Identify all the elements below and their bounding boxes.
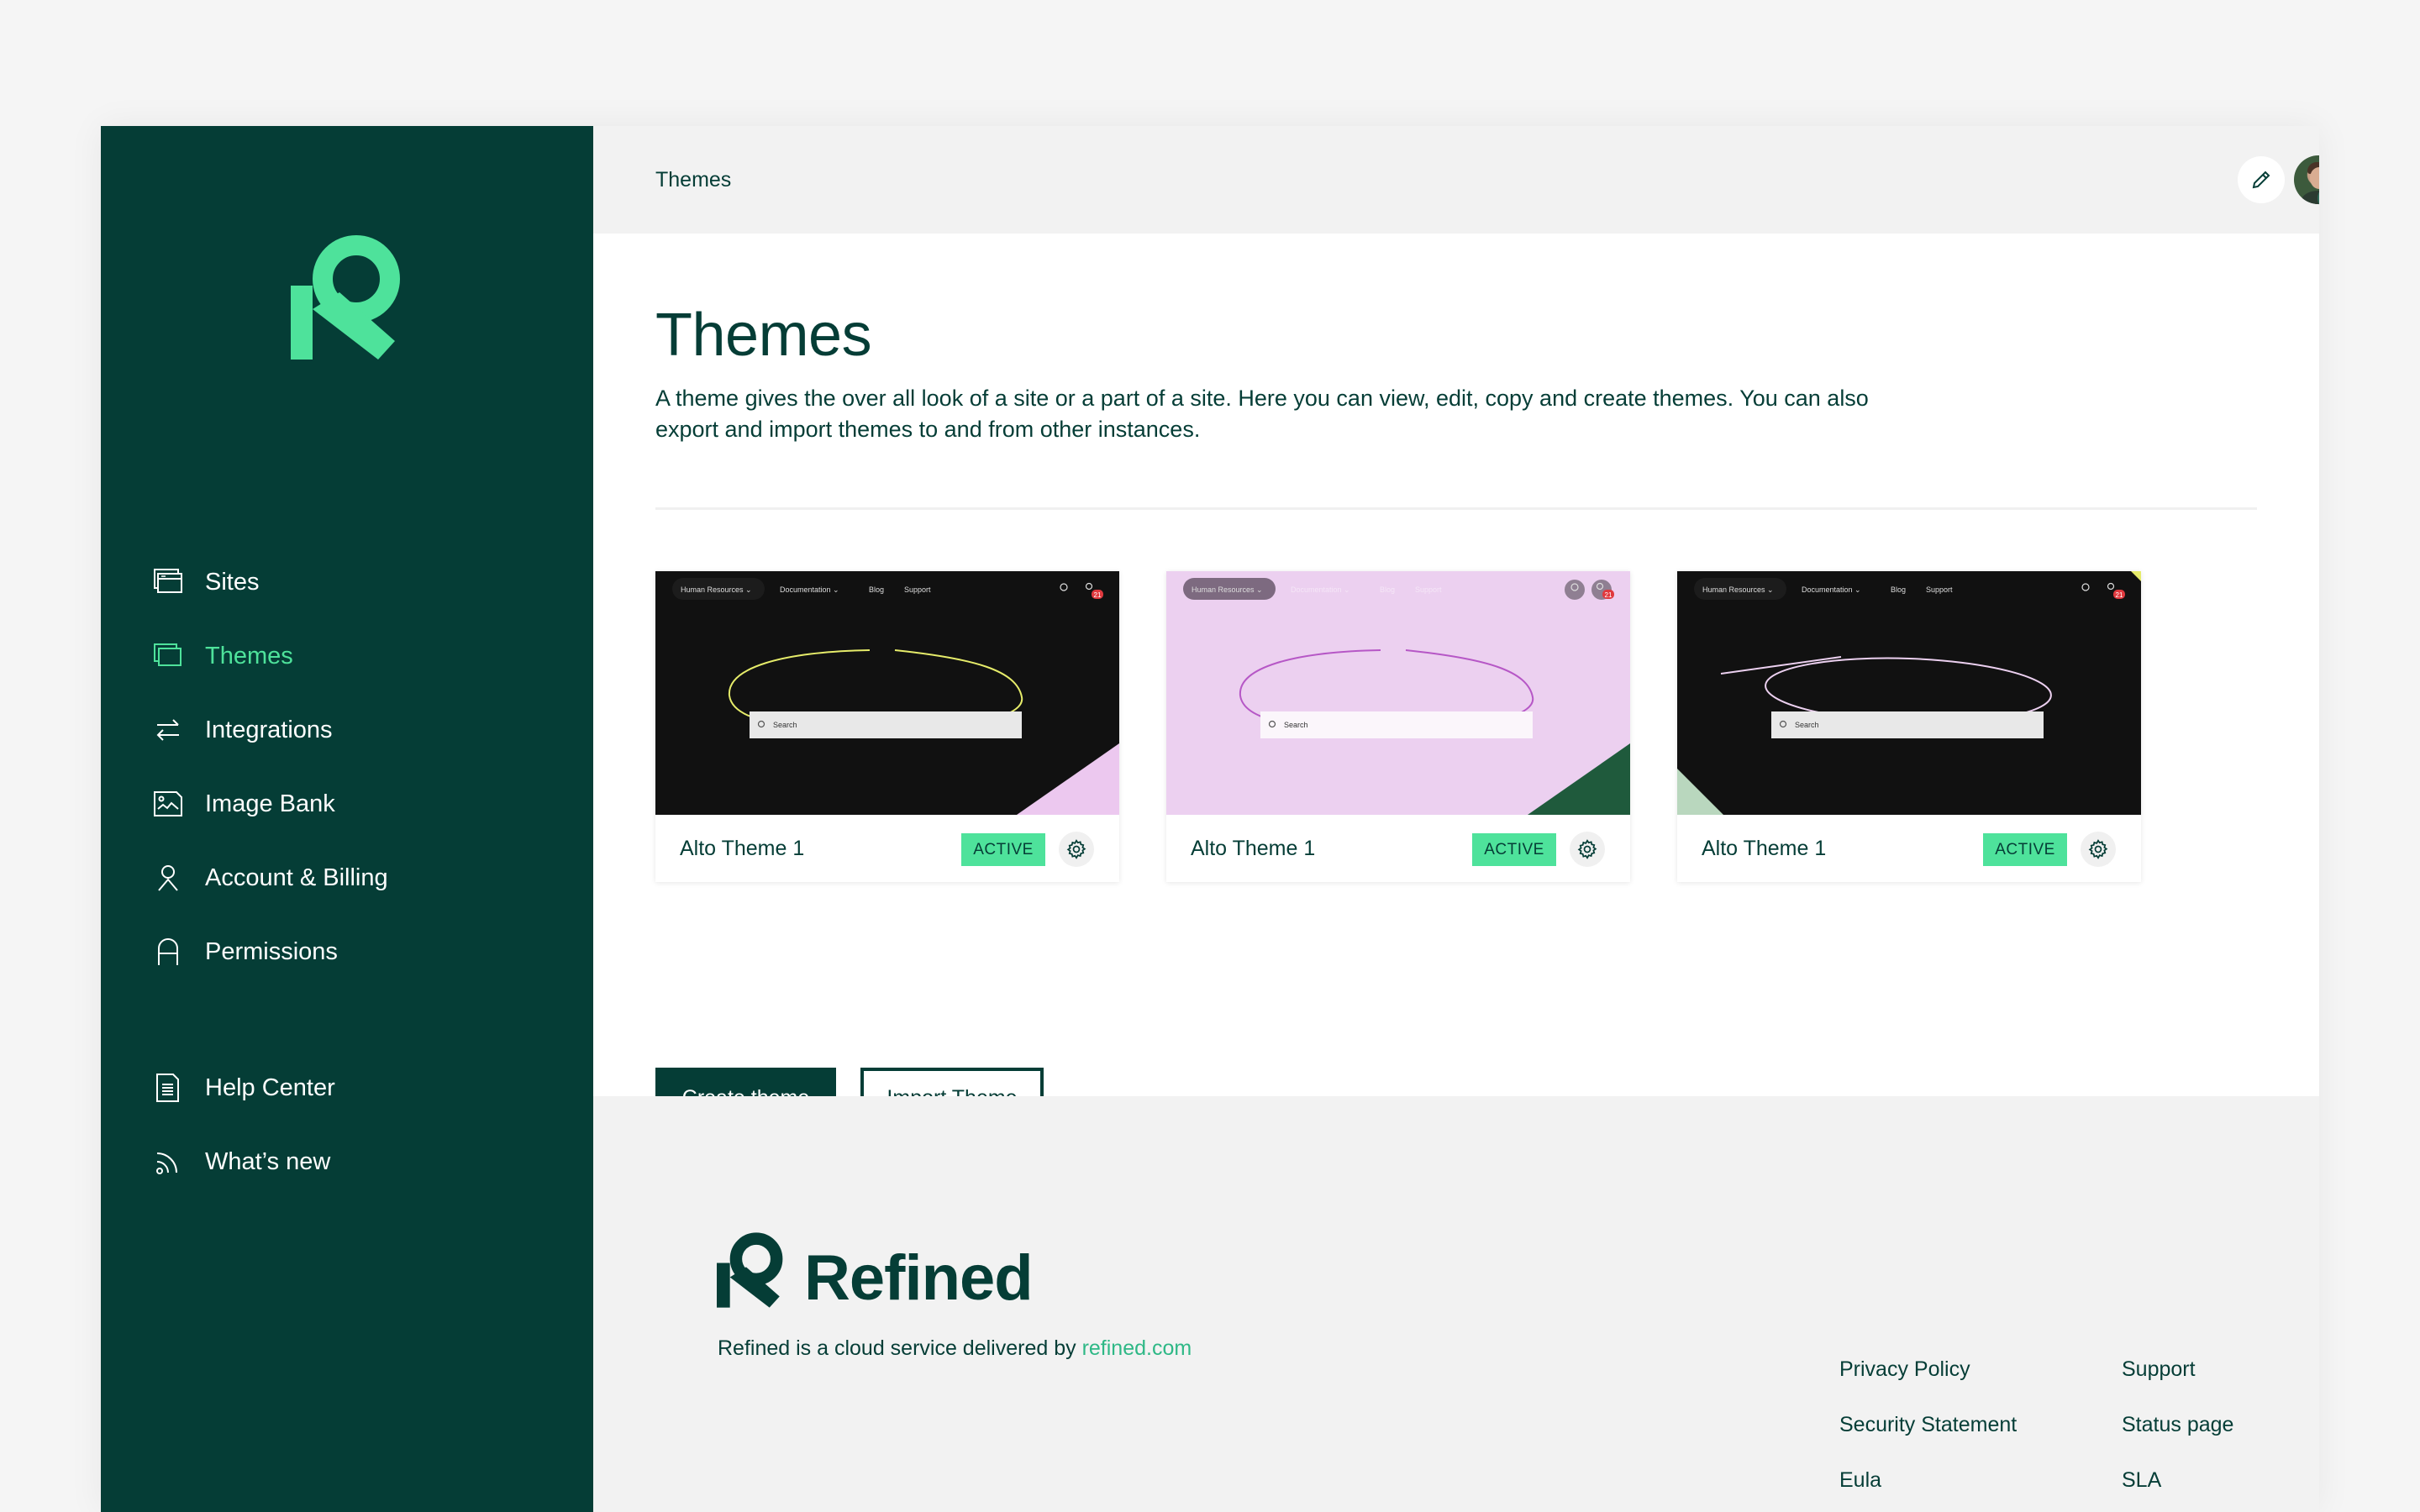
theme-name: Alto Theme 1: [1191, 837, 1316, 860]
theme-settings-button[interactable]: [1059, 832, 1094, 867]
integrations-icon: [153, 715, 183, 745]
preview-search-placeholder: Search: [773, 721, 797, 729]
preview-background: [655, 571, 1119, 815]
refined-logo-icon[interactable]: [291, 235, 405, 360]
theme-preview-image: Human Resources ⌄ Documentation ⌄ Blog Supp…: [655, 571, 1119, 815]
sidebar-item-integrations[interactable]: Integrations: [153, 705, 333, 755]
preview-search-button: [1565, 580, 1585, 600]
sidebar-item-label: Account & Billing: [205, 864, 388, 891]
theme-preview-image: Human Resources ⌄ Documentation ⌄ Blog Supp…: [1677, 571, 2141, 815]
preview-background: [1677, 571, 2141, 815]
sidebar-item-account-billing[interactable]: Account & Billing: [153, 853, 388, 903]
theme-settings-button[interactable]: [1570, 832, 1605, 867]
preview-notification-count: 21: [2116, 591, 2123, 599]
preview-background: [1166, 571, 1630, 815]
app-window: Sites Themes Integrations Image Bank Acc…: [101, 126, 2319, 1512]
theme-card[interactable]: Human Resources ⌄ Documentation ⌄ Blog Supp…: [1677, 571, 2141, 882]
themes-icon: [153, 641, 183, 671]
preview-search-placeholder: Search: [1284, 721, 1308, 729]
preview-nav-item: Support: [1926, 585, 1953, 594]
sidebar-item-label: Help Center: [205, 1074, 335, 1101]
top-header: Themes 0: [593, 126, 2319, 234]
lock-icon: [153, 937, 183, 967]
preview-search-placeholder: Search: [1795, 721, 1819, 729]
preview-nav-item: Documentation ⌄: [780, 585, 839, 594]
breadcrumb[interactable]: Themes: [655, 168, 731, 192]
security-statement-link[interactable]: Security Statement: [1839, 1413, 2017, 1437]
eula-link[interactable]: Eula: [1839, 1468, 1881, 1493]
sidebar-item-help-center[interactable]: Help Center: [153, 1063, 335, 1113]
preview-nav-item: Human Resources ⌄: [1192, 585, 1263, 594]
sidebar-item-label: Image Bank: [205, 790, 335, 817]
sidebar-item-whats-new[interactable]: What’s new: [153, 1137, 330, 1187]
sla-link[interactable]: SLA: [2122, 1468, 2161, 1493]
theme-preview-image: Human Resources ⌄ Documentation ⌄ Blog Supp…: [1166, 571, 1630, 815]
sidebar-item-label: Permissions: [205, 937, 338, 965]
gear-icon: [1066, 839, 1086, 859]
sidebar-item-label: Sites: [205, 568, 260, 596]
pencil-icon: [2252, 171, 2270, 189]
preview-nav-item: Blog: [1891, 585, 1906, 594]
theme-preview[interactable]: Human Resources ⌄ Documentation ⌄ Blog Supp…: [1677, 571, 2141, 815]
sidebar-item-sites[interactable]: Sites: [153, 557, 259, 607]
preview-nav-item: Blog: [869, 585, 884, 594]
footer-brand-name: Refined: [804, 1242, 1034, 1314]
sidebar: Sites Themes Integrations Image Bank Acc…: [101, 126, 593, 1512]
document-icon: [153, 1073, 183, 1103]
support-link[interactable]: Support: [2122, 1357, 2196, 1382]
refined-link[interactable]: refined.com: [1082, 1336, 1192, 1360]
preview-nav-item: Human Resources ⌄: [1702, 585, 1774, 594]
sidebar-item-themes[interactable]: Themes: [153, 631, 293, 681]
page-description: A theme gives the over all look of a sit…: [655, 386, 1869, 442]
gear-icon: [2088, 839, 2108, 859]
privacy-policy-link[interactable]: Privacy Policy: [1839, 1357, 1970, 1382]
sidebar-item-image-bank[interactable]: Image Bank: [153, 779, 335, 829]
rss-icon: [153, 1147, 183, 1177]
status-page-link[interactable]: Status page: [2122, 1413, 2233, 1437]
preview-nav-item: Support: [1415, 585, 1442, 594]
user-avatar[interactable]: [2294, 155, 2319, 204]
sidebar-item-label: Integrations: [205, 716, 333, 743]
image-icon: [153, 789, 183, 819]
preview-nav-item: Documentation ⌄: [1291, 585, 1350, 594]
status-badge: ACTIVE: [1472, 833, 1556, 866]
sidebar-item-label: What’s new: [205, 1147, 331, 1175]
footer-tagline: Refined is a cloud service delivered by …: [718, 1336, 1192, 1360]
status-badge: ACTIVE: [1983, 833, 2067, 866]
theme-preview[interactable]: Human Resources ⌄ Documentation ⌄ Blog Supp…: [655, 571, 1119, 815]
status-badge: ACTIVE: [961, 833, 1045, 866]
preview-notification-count: 21: [1605, 591, 1612, 599]
theme-name: Alto Theme 1: [1702, 837, 1827, 860]
sidebar-item-label: Themes: [205, 642, 293, 669]
preview-nav-item: Support: [904, 585, 931, 594]
preview-nav-item: Documentation ⌄: [1802, 585, 1861, 594]
page-footer: Refined Refined is a cloud service deliv…: [593, 1096, 2319, 1512]
theme-card[interactable]: Human Resources ⌄ Documentation ⌄ Blog Supp…: [1166, 571, 1630, 882]
preview-nav-item: Human Resources ⌄: [681, 585, 752, 594]
footer-logo[interactable]: Refined: [717, 1232, 1034, 1314]
divider: [655, 507, 2257, 510]
sidebar-item-permissions[interactable]: Permissions: [153, 927, 338, 977]
gear-icon: [1577, 839, 1597, 859]
preview-notification-count: 21: [1094, 591, 1102, 599]
edit-button[interactable]: [2238, 156, 2285, 203]
main-content: Themes A theme gives the over all look o…: [593, 234, 2319, 1129]
page-title: Themes: [655, 302, 872, 369]
theme-preview[interactable]: Human Resources ⌄ Documentation ⌄ Blog Supp…: [1166, 571, 1630, 815]
theme-card[interactable]: Human Resources ⌄ Documentation ⌄ Blog Supp…: [655, 571, 1119, 882]
account-icon: [153, 863, 183, 893]
refined-logo-icon: [717, 1232, 783, 1308]
theme-name: Alto Theme 1: [680, 837, 805, 860]
preview-nav-item: Blog: [1380, 585, 1395, 594]
theme-settings-button[interactable]: [2081, 832, 2116, 867]
sites-icon: [153, 567, 183, 597]
